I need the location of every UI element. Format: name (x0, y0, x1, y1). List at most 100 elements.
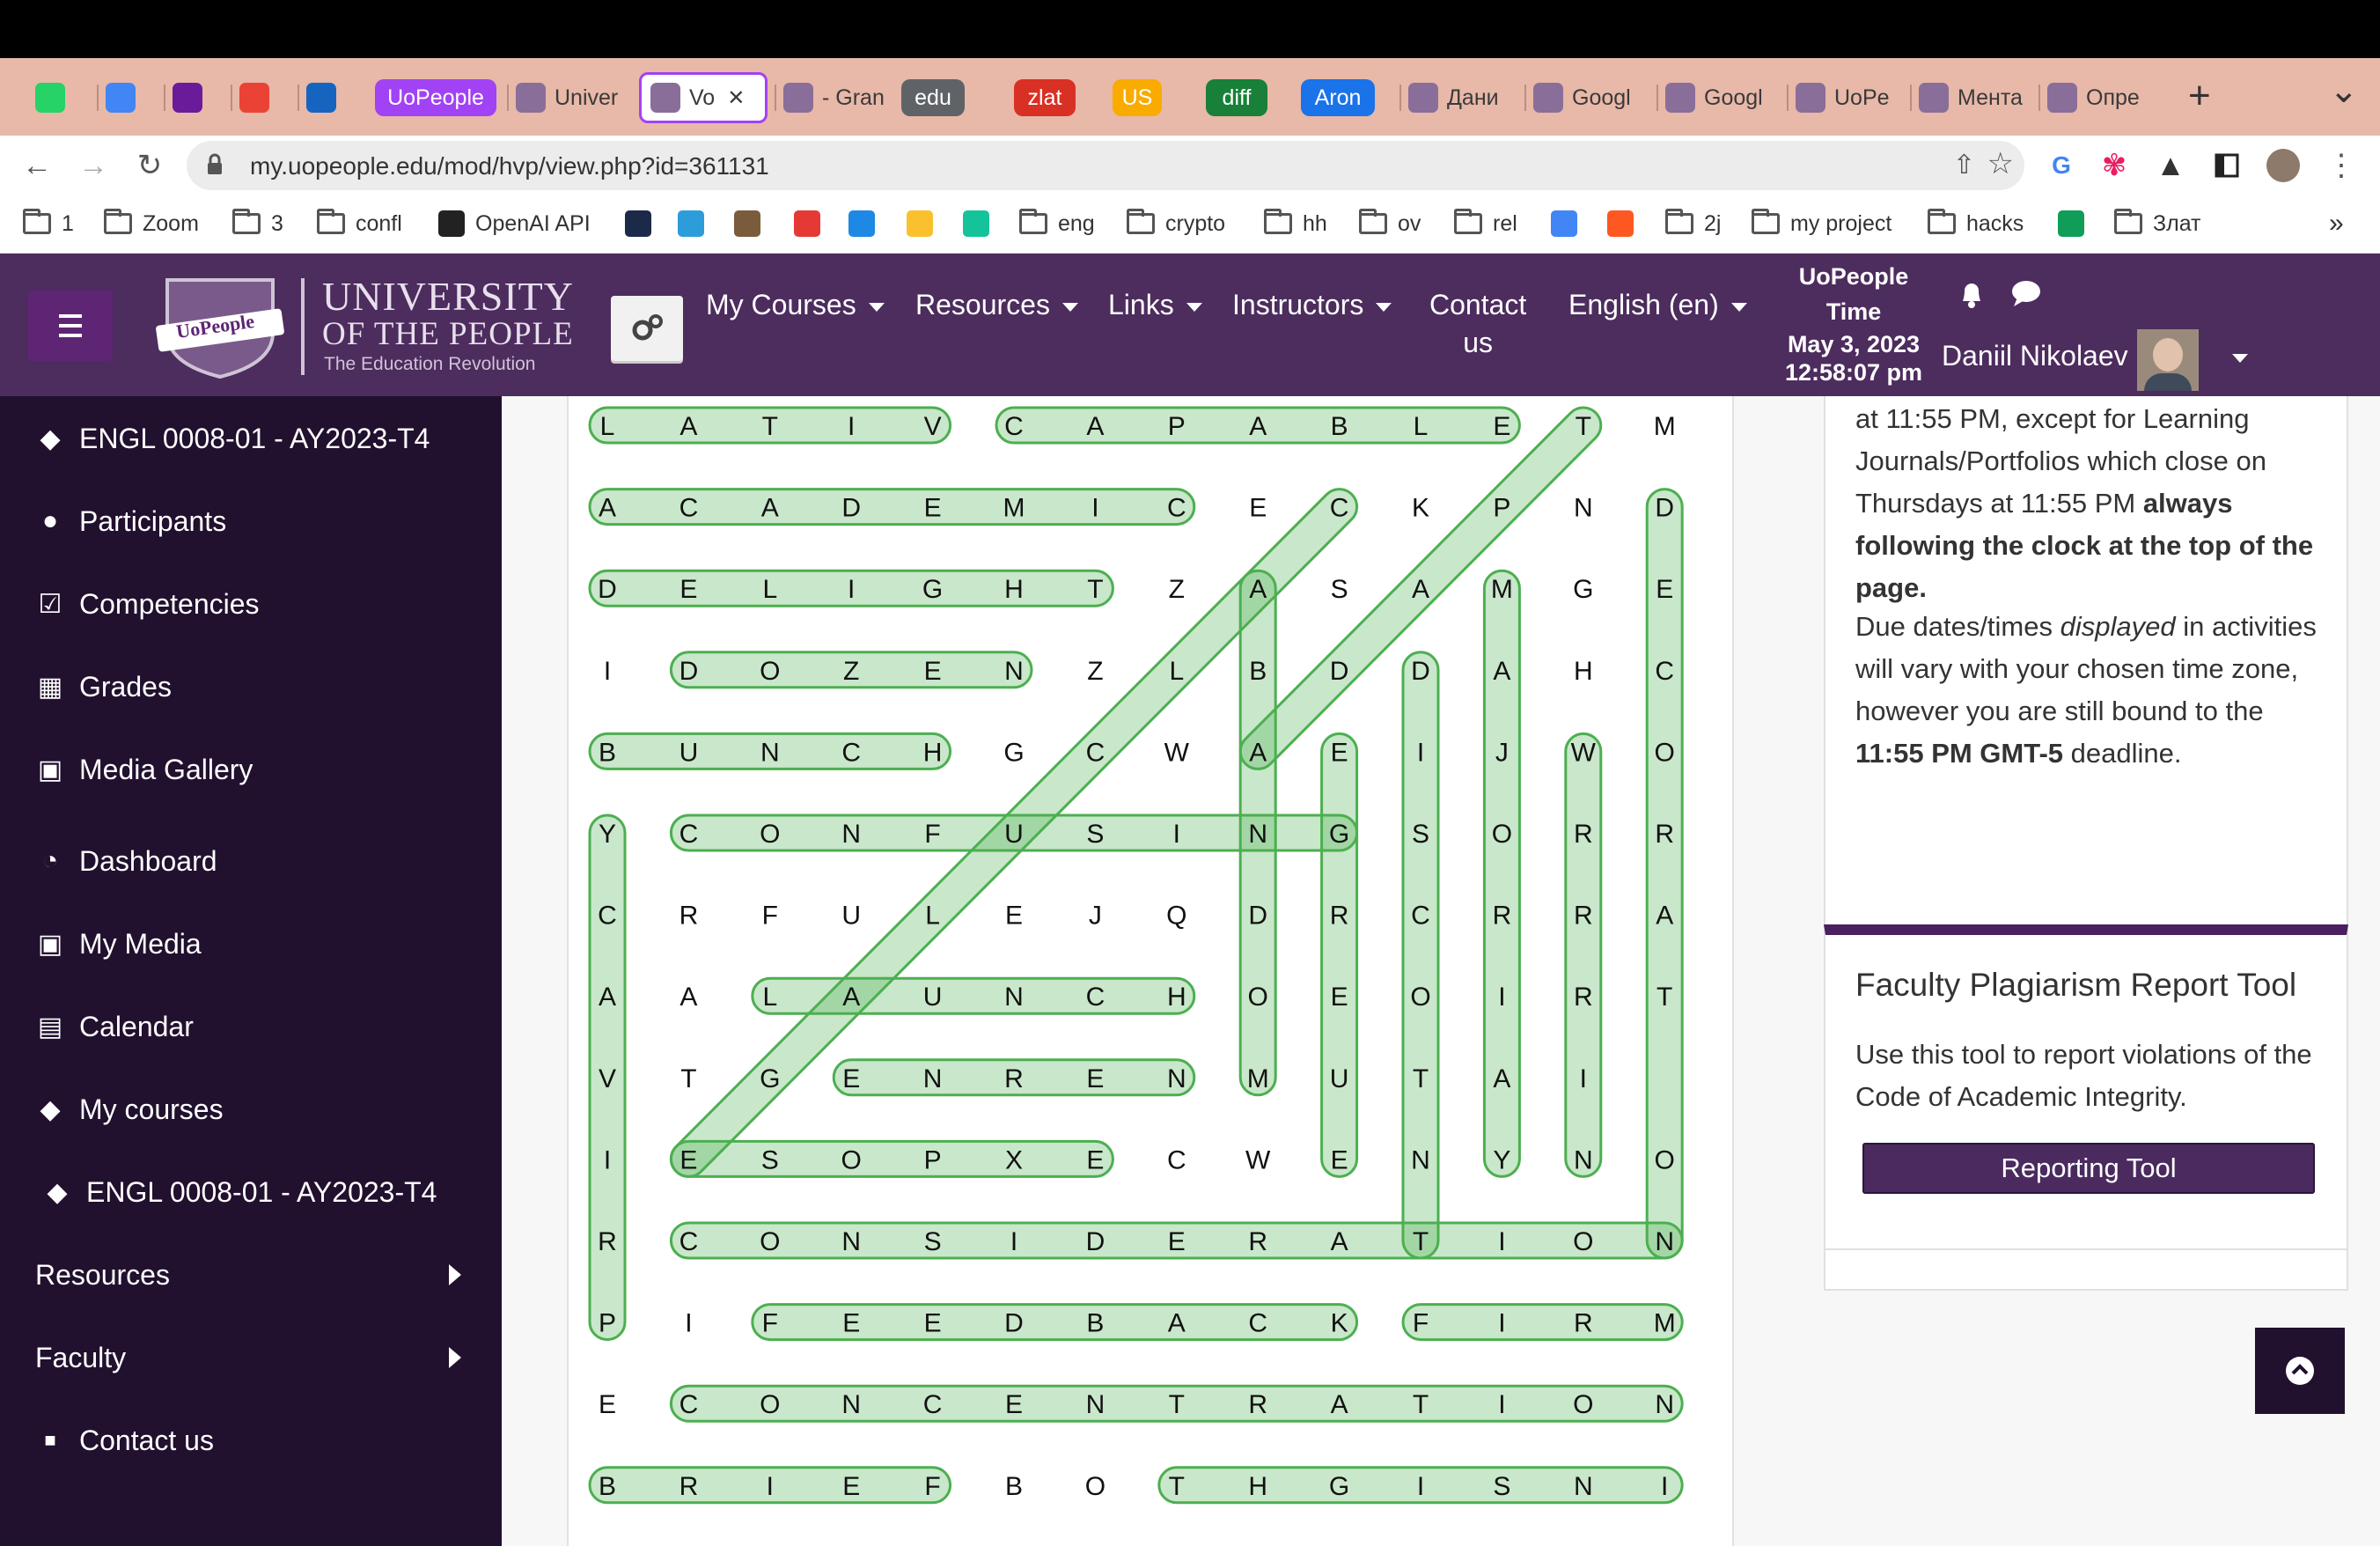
browser-tab[interactable] (231, 72, 287, 123)
grid-letter[interactable]: D (598, 575, 617, 604)
grid-letter[interactable]: N (1248, 820, 1267, 849)
bookmark-item[interactable] (848, 206, 875, 241)
grid-letter[interactable]: G (760, 1064, 780, 1093)
grid-letter[interactable]: N (1004, 983, 1024, 1012)
forward-icon[interactable]: → (70, 143, 116, 188)
back-to-top-button[interactable] (2255, 1328, 2345, 1414)
bookmark-item[interactable]: 2j (1665, 206, 1721, 241)
grid-letter[interactable]: R (1574, 1309, 1593, 1338)
grid-letter[interactable]: G (1329, 820, 1349, 849)
grid-letter[interactable]: E (842, 1064, 860, 1093)
browser-tab[interactable]: Googl (1656, 72, 1774, 123)
grid-letter[interactable]: C (679, 1227, 699, 1256)
grid-letter[interactable]: C (841, 738, 861, 767)
grid-letter[interactable]: O (1573, 1390, 1593, 1419)
grid-letter[interactable]: M (1003, 494, 1025, 523)
grid-letter[interactable]: I (1417, 1472, 1424, 1501)
browser-tab[interactable]: Univer (507, 72, 630, 123)
bookmark-item[interactable] (734, 206, 760, 241)
grid-letter[interactable]: N (1574, 1472, 1593, 1501)
grid-letter[interactable]: J (1089, 902, 1102, 931)
grid-letter[interactable]: D (1655, 494, 1674, 523)
uopeople-logo[interactable]: UoPeople UNIVERSITY OF THE PEOPLE The Ed… (150, 271, 590, 381)
grid-letter[interactable]: T (1413, 1227, 1429, 1256)
grid-letter[interactable]: C (1004, 412, 1024, 441)
chat-icon[interactable] (2010, 280, 2042, 313)
grid-letter[interactable]: J (1495, 738, 1509, 767)
grid-letter[interactable]: R (1574, 983, 1593, 1012)
user-menu-caret-icon[interactable] (2232, 354, 2248, 363)
grid-letter[interactable]: A (1249, 412, 1267, 441)
grid-letter[interactable]: N (1574, 494, 1593, 523)
word-search-grid[interactable]: L A T I V C A P A B L E T M A C A D E M I C E C K P N D D E L I G H T Z A S A M… (569, 396, 1736, 1546)
tab-group-us[interactable]: US (1113, 79, 1162, 116)
sidebar-item-faculty[interactable]: Faculty (35, 1331, 484, 1384)
grid-letter[interactable]: U (1004, 820, 1024, 849)
grid-letter[interactable]: T (1576, 412, 1591, 441)
grid-letter[interactable]: N (1167, 1064, 1186, 1093)
sidebar-item-competencies[interactable]: ☑ Competencies (32, 578, 260, 630)
grid-letter[interactable]: M (1247, 1064, 1269, 1093)
grid-letter[interactable]: A (761, 494, 779, 523)
grid-letter[interactable]: C (923, 1390, 943, 1419)
grid-letter[interactable]: I (1498, 983, 1505, 1012)
grid-letter[interactable]: N (841, 1390, 861, 1419)
grid-letter[interactable]: O (1248, 983, 1268, 1012)
grid-letter[interactable]: F (1413, 1309, 1429, 1338)
grid-letter[interactable]: C (1167, 494, 1186, 523)
browser-tab[interactable]: Дани (1399, 72, 1512, 123)
sidebar-item-grades[interactable]: ▦ Grades (32, 660, 172, 713)
browser-tab[interactable] (26, 72, 83, 123)
grid-letter[interactable]: R (1004, 1064, 1024, 1093)
grid-letter[interactable]: E (924, 1309, 942, 1338)
grid-letter[interactable]: R (1330, 902, 1349, 931)
grid-letter[interactable]: G (1573, 575, 1593, 604)
bookmark-item[interactable] (907, 206, 933, 241)
grid-letter[interactable]: I (767, 1472, 774, 1501)
grid-letter[interactable]: M (1654, 412, 1676, 441)
sidebar-item-dashboard[interactable]: ◔ Dashboard (32, 835, 217, 887)
grid-letter[interactable]: B (599, 738, 616, 767)
grid-letter[interactable]: E (1493, 412, 1510, 441)
grid-letter[interactable]: I (1580, 1064, 1587, 1093)
nav-resources[interactable]: Resources (915, 289, 1078, 321)
grid-letter[interactable]: C (679, 494, 699, 523)
back-icon[interactable]: ← (14, 143, 60, 188)
new-tab-icon[interactable]: + (2188, 74, 2211, 118)
grid-letter[interactable]: T (680, 1064, 696, 1093)
grid-letter[interactable]: E (679, 1145, 697, 1174)
grid-letter[interactable]: E (599, 1390, 616, 1419)
hamburger-menu-button[interactable] (28, 291, 113, 361)
grid-letter[interactable]: D (1004, 1309, 1024, 1338)
bookmark-item[interactable]: hh (1264, 206, 1327, 241)
grid-letter[interactable]: Y (1493, 1145, 1510, 1174)
grid-letter[interactable]: C (1330, 494, 1349, 523)
grid-letter[interactable]: C (1167, 1145, 1186, 1174)
grid-letter[interactable]: E (1005, 1390, 1023, 1419)
grid-letter[interactable]: Z (843, 657, 859, 686)
reporting-tool-button[interactable]: Reporting Tool (1862, 1143, 2315, 1194)
grid-letter[interactable]: A (1493, 657, 1510, 686)
grid-letter[interactable]: N (841, 1227, 861, 1256)
color-extension-icon[interactable]: ✾ (2091, 143, 2137, 188)
grid-letter[interactable]: G (922, 575, 943, 604)
grid-letter[interactable]: S (1412, 820, 1429, 849)
bookmark-item[interactable]: crypto (1127, 206, 1225, 241)
grid-letter[interactable]: I (1091, 494, 1098, 523)
grid-letter[interactable]: Y (599, 820, 616, 849)
grid-letter[interactable]: C (679, 820, 699, 849)
grid-letter[interactable]: V (924, 412, 942, 441)
grid-letter[interactable]: T (1413, 1064, 1429, 1093)
close-tab-icon[interactable]: ✕ (727, 85, 745, 111)
grid-letter[interactable]: H (1574, 657, 1593, 686)
grid-letter[interactable]: H (1248, 1472, 1267, 1501)
grid-letter[interactable]: E (1005, 902, 1023, 931)
grid-letter[interactable]: U (1330, 1064, 1349, 1093)
sidebar-item-calendar[interactable]: ▤ Calendar (32, 1000, 194, 1053)
sidebar-item-my-courses[interactable]: ◆ My courses (32, 1083, 223, 1136)
grid-letter[interactable]: O (760, 820, 780, 849)
grid-letter[interactable]: D (1411, 657, 1430, 686)
grid-letter[interactable]: F (924, 820, 940, 849)
grid-letter[interactable]: A (599, 494, 616, 523)
grid-letter[interactable]: X (1005, 1145, 1023, 1174)
